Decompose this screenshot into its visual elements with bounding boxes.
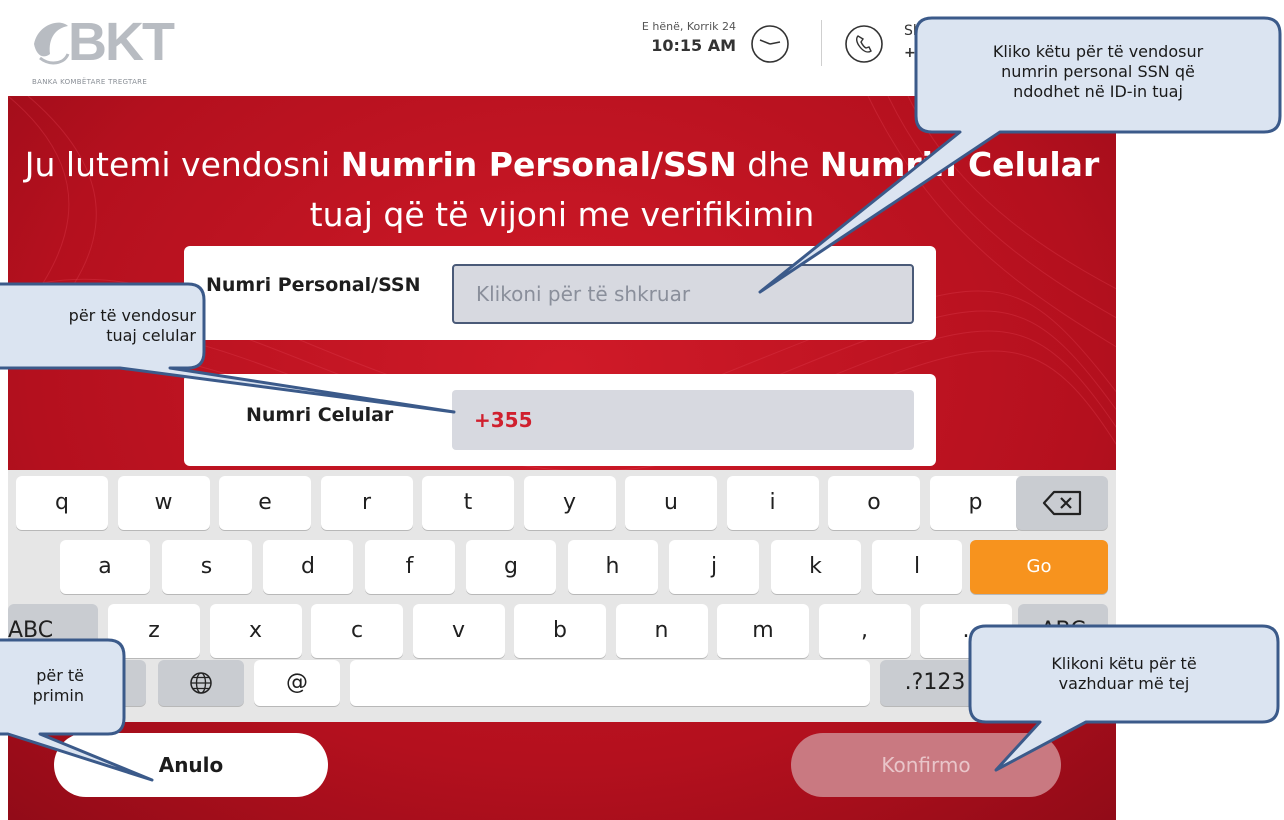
phone-input[interactable]: +355 bbox=[452, 390, 914, 450]
key-q[interactable]: q bbox=[16, 476, 108, 530]
phone-field-card: Numri Celular +355 bbox=[184, 374, 936, 466]
title-bold-ssn: Numrin Personal/SSN bbox=[340, 145, 737, 184]
key-z[interactable]: z bbox=[108, 604, 200, 658]
title-line-1: Ju lutemi vendosni Numrin Personal/SSN d… bbox=[8, 140, 1116, 190]
at-key[interactable]: @ bbox=[254, 660, 340, 706]
ssn-label: Numri Personal/SSN bbox=[206, 274, 421, 296]
key-p[interactable]: p bbox=[929, 476, 1022, 530]
phone-label: Numri Celular bbox=[246, 404, 394, 426]
time-text: 10:15 AM bbox=[651, 36, 736, 55]
backspace-key[interactable] bbox=[1016, 476, 1108, 530]
logo-subtitle: BANKA KOMBËTARE TREGTARE bbox=[32, 78, 148, 86]
ssn-input[interactable]: Klikoni për të shkruar bbox=[452, 264, 914, 324]
globe-key[interactable] bbox=[158, 660, 244, 706]
title-bold-phone: Numrin Celular bbox=[819, 145, 1100, 184]
key-k[interactable]: k bbox=[770, 540, 861, 594]
key-i[interactable]: i bbox=[726, 476, 819, 530]
support-line-1: Sh bbox=[904, 23, 922, 39]
callout-line: tuaj celular bbox=[106, 326, 196, 345]
key-j[interactable]: j bbox=[669, 540, 759, 594]
key-e[interactable]: e bbox=[219, 476, 311, 530]
key-r[interactable]: r bbox=[320, 476, 413, 530]
key-d[interactable]: d bbox=[263, 540, 353, 594]
title-line-2: tuaj që të vijoni me verifikimin bbox=[309, 195, 815, 234]
key-s[interactable]: s bbox=[161, 540, 252, 594]
key-f[interactable]: f bbox=[364, 540, 455, 594]
key-g[interactable]: g bbox=[466, 540, 556, 594]
abc-right-key[interactable]: ABC bbox=[1018, 604, 1108, 658]
space-key[interactable] bbox=[350, 660, 870, 706]
abc-left-key[interactable]: ABC bbox=[8, 604, 98, 658]
cancel-button[interactable]: Anulo bbox=[54, 733, 328, 797]
date-text: E hënë, Korrik 24 bbox=[641, 20, 736, 33]
ssn-field-card: Numri Personal/SSN Klikoni për të shkrua… bbox=[184, 246, 936, 340]
header-divider bbox=[821, 20, 822, 66]
on-screen-keyboard: qwertyuiop asdfghjkl zxcvbnm,. Go ABC AB… bbox=[8, 470, 1116, 722]
callout-cancel-text: për të primin bbox=[0, 666, 84, 706]
atm-screen: BKT BANKA KOMBËTARE TREGTARE E hënë, Kor… bbox=[8, 0, 1116, 820]
key-t[interactable]: t bbox=[422, 476, 514, 530]
callout-phone-text: për të vendosur tuaj celular bbox=[0, 306, 196, 346]
key-w[interactable]: w bbox=[117, 476, 210, 530]
key-n[interactable]: n bbox=[615, 604, 708, 658]
key-c[interactable]: c bbox=[311, 604, 403, 658]
globe-icon bbox=[190, 672, 212, 694]
key-u[interactable]: u bbox=[625, 476, 717, 530]
callout-line: numrin personal SSN që bbox=[1001, 62, 1195, 81]
callout-line: për të bbox=[36, 666, 84, 685]
key-l[interactable]: l bbox=[872, 540, 962, 594]
key-period[interactable]: . bbox=[920, 604, 1012, 658]
callout-line: ndodhet në ID-in tuaj bbox=[1013, 82, 1183, 101]
emoji-key[interactable] bbox=[108, 660, 146, 706]
key-comma[interactable]: , bbox=[818, 604, 911, 658]
logo-text: BKT bbox=[68, 12, 175, 72]
logo-bull-icon bbox=[34, 22, 70, 65]
confirm-button[interactable]: Konfirmo bbox=[791, 733, 1061, 797]
key-m[interactable]: m bbox=[717, 604, 809, 658]
key-x[interactable]: x bbox=[209, 604, 302, 658]
instruction-title: Ju lutemi vendosni Numrin Personal/SSN d… bbox=[8, 140, 1116, 240]
key-o[interactable]: o bbox=[828, 476, 920, 530]
title-text: Ju lutemi vendosni bbox=[24, 145, 341, 184]
date-time: E hënë, Korrik 24 10:15 AM bbox=[584, 20, 736, 55]
callout-line: Kliko këtu për të vendosur bbox=[992, 42, 1204, 61]
callout-line: Klikoni këtu për të bbox=[1051, 654, 1197, 673]
callout-line: primin bbox=[32, 686, 84, 705]
clock-icon bbox=[751, 25, 789, 63]
title-text: dhe bbox=[736, 145, 820, 184]
go-key[interactable]: Go bbox=[970, 540, 1108, 594]
key-b[interactable]: b bbox=[514, 604, 606, 658]
callout-line: për të vendosur bbox=[68, 306, 196, 325]
phone-icon[interactable] bbox=[844, 24, 884, 64]
callout-confirm-text: Klikoni këtu për të vazhduar më tej bbox=[974, 654, 1274, 694]
callout-line: vazhduar më tej bbox=[1058, 674, 1190, 693]
bank-logo: BKT BANKA KOMBËTARE TREGTARE bbox=[28, 10, 198, 90]
callout-ssn-text: Kliko këtu për të vendosur numrin person… bbox=[920, 42, 1276, 102]
key-v[interactable]: v bbox=[412, 604, 505, 658]
key-h[interactable]: h bbox=[567, 540, 658, 594]
key-y[interactable]: y bbox=[523, 476, 616, 530]
key-a[interactable]: a bbox=[60, 540, 150, 594]
backspace-icon bbox=[1042, 490, 1082, 516]
